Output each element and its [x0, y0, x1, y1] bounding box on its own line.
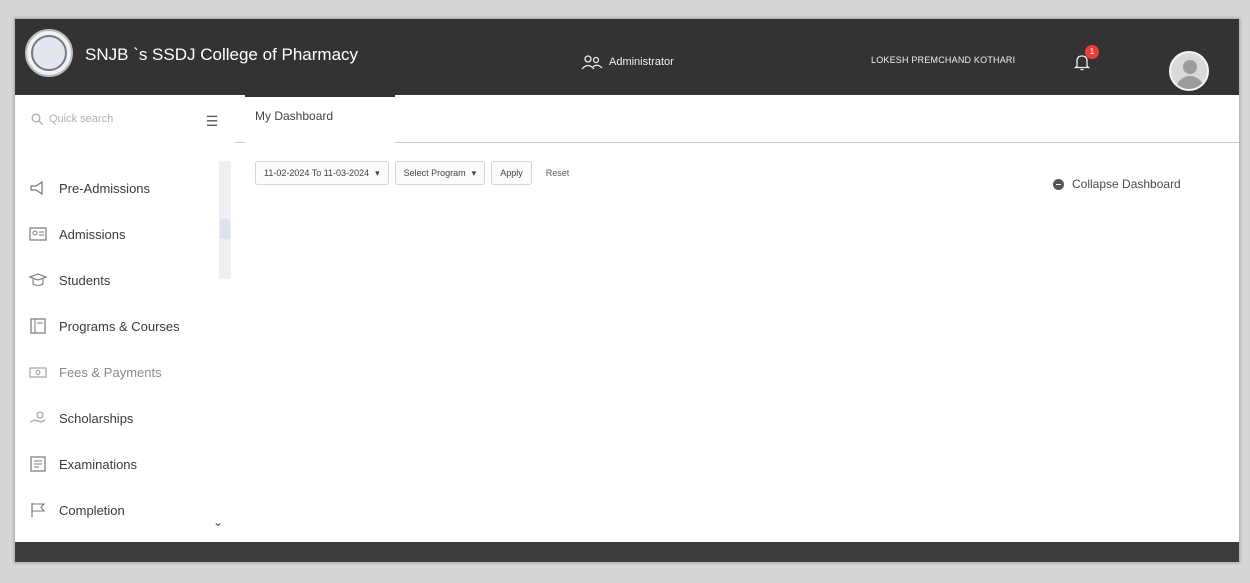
- user-avatar[interactable]: [1169, 51, 1209, 91]
- sidebar: Quick search ☰ Pre-Admissions Admissions: [15, 95, 235, 542]
- sidebar-item-pre-admissions[interactable]: Pre-Admissions: [25, 165, 215, 211]
- sidebar-search[interactable]: Quick search: [31, 113, 113, 125]
- hand-coin-icon: [29, 411, 46, 423]
- sidebar-scrollbar[interactable]: [219, 161, 231, 279]
- apply-button[interactable]: Apply: [491, 161, 532, 185]
- flag-icon: [31, 503, 46, 517]
- sidebar-item-programs-courses[interactable]: Programs & Courses: [25, 303, 215, 349]
- sidebar-item-label: Admissions: [59, 226, 126, 242]
- sidebar-item-label: Students: [59, 272, 111, 288]
- sidebar-item-label: Scholarships: [59, 410, 134, 426]
- sidebar-item-scholarships[interactable]: Scholarships: [25, 395, 215, 441]
- college-logo[interactable]: [25, 29, 73, 77]
- notification-badge: 1: [1085, 45, 1099, 59]
- college-title: SNJB `s SSDJ College of Pharmacy: [85, 45, 359, 64]
- exam-icon: [30, 456, 46, 472]
- college-seal-icon: [31, 35, 67, 71]
- megaphone-icon: [30, 180, 43, 196]
- graduate-icon: [29, 273, 47, 287]
- sidebar-item-students[interactable]: Students: [25, 257, 215, 303]
- role-label: Administrator: [609, 56, 674, 68]
- tab-bar: My Dashboard: [235, 95, 1239, 143]
- search-placeholder: Quick search: [49, 113, 114, 125]
- sidebar-item-label: Fees & Payments: [59, 364, 162, 380]
- date-range-select[interactable]: 11-02-2024 To 11-03-2024 ▾: [255, 161, 389, 185]
- sidebar-item-label: Pre-Admissions: [59, 180, 151, 196]
- caret-down-icon: ▾: [471, 167, 477, 178]
- collapse-dashboard-button[interactable]: Collapse Dashboard: [1053, 177, 1181, 191]
- program-select-value: Select Program: [403, 168, 466, 178]
- sidebar-menu: Pre-Admissions Admissions Students Progr…: [25, 165, 215, 533]
- sidebar-item-label: Programs & Courses: [59, 318, 180, 334]
- collapse-dashboard-label: Collapse Dashboard: [1072, 177, 1181, 191]
- tab-label: My Dashboard: [255, 109, 334, 123]
- money-icon: [29, 367, 47, 378]
- top-header: SNJB `s SSDJ College of Pharmacy Adminis…: [15, 19, 1239, 95]
- sidebar-item-examinations[interactable]: Examinations: [25, 441, 215, 487]
- dashboard-filters: 11-02-2024 To 11-03-2024 ▾ Select Progra…: [255, 161, 569, 185]
- id-card-icon: [29, 227, 47, 241]
- user-name[interactable]: LOKESH PREMCHAND KOTHARI: [871, 55, 1015, 65]
- program-select[interactable]: Select Program ▾: [394, 161, 486, 185]
- minus-circle-icon: [1053, 178, 1064, 190]
- search-icon: [31, 113, 43, 125]
- tab-my-dashboard[interactable]: My Dashboard: [245, 95, 395, 143]
- footer: [15, 542, 1239, 562]
- sidebar-item-admissions[interactable]: Admissions: [25, 211, 215, 257]
- sidebar-item-label: Completion: [59, 502, 125, 518]
- caret-down-icon: ▾: [375, 167, 380, 178]
- book-icon: [30, 318, 46, 334]
- sidebar-scroll-thumb[interactable]: [220, 219, 230, 239]
- sidebar-collapse-toggle-icon[interactable]: ☰: [201, 113, 223, 129]
- sidebar-item-completion[interactable]: Completion: [25, 487, 215, 533]
- reset-link[interactable]: Reset: [538, 168, 570, 178]
- app-window: SNJB `s SSDJ College of Pharmacy Adminis…: [14, 18, 1240, 563]
- role-switcher[interactable]: Administrator: [581, 54, 674, 70]
- chevron-down-icon[interactable]: ⌄: [213, 515, 223, 529]
- user-group-icon: [581, 55, 603, 70]
- date-range-value: 11-02-2024 To 11-03-2024: [264, 168, 370, 178]
- sidebar-item-label: Examinations: [59, 456, 138, 472]
- sidebar-item-fees-payments[interactable]: Fees & Payments: [25, 349, 215, 395]
